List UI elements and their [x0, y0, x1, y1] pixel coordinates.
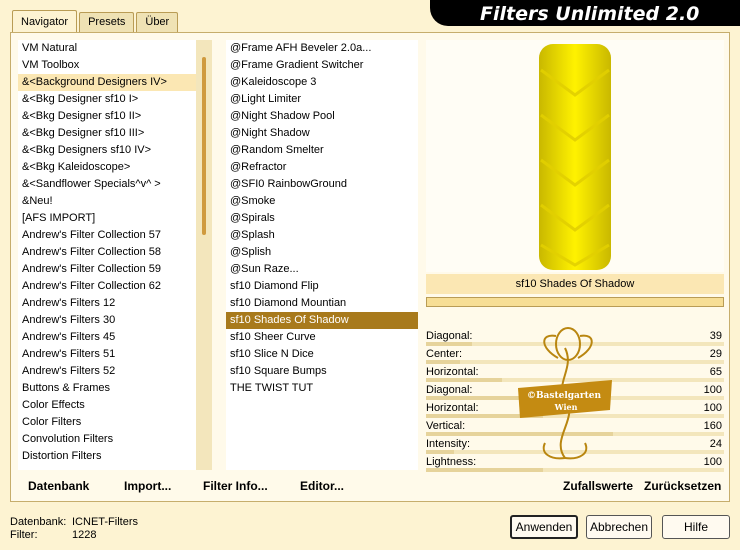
param-label: Horizontal: — [426, 366, 479, 378]
status-database-value: ICNET-Filters — [72, 516, 138, 528]
tab-navigator[interactable]: Navigator — [12, 10, 78, 32]
category-item[interactable]: Color Effects — [18, 397, 196, 414]
filter-item[interactable]: @Light Limiter — [226, 91, 418, 108]
filter-item[interactable]: @Splish — [226, 244, 418, 261]
param-value: 29 — [709, 348, 722, 360]
tab-presets[interactable]: Presets — [79, 12, 135, 32]
category-item[interactable]: Andrew's Filter Collection 57 — [18, 227, 196, 244]
random-values-button[interactable]: Zufallswerte — [563, 479, 633, 493]
param-value: 100 — [703, 384, 722, 396]
category-item[interactable]: VM Natural — [18, 40, 196, 57]
category-item[interactable]: Andrew's Filters 45 — [18, 329, 196, 346]
category-item[interactable]: Andrew's Filter Collection 62 — [18, 278, 196, 295]
filter-item[interactable]: @Kaleidoscope 3 — [226, 74, 418, 91]
param-label: Center: — [426, 348, 463, 360]
category-scrollbar[interactable] — [196, 40, 212, 470]
filter-item[interactable]: @Random Smelter — [226, 142, 418, 159]
category-item[interactable]: Andrew's Filters 52 — [18, 363, 196, 380]
filter-item[interactable]: sf10 Shades Of Shadow — [226, 312, 418, 329]
scrollbar-thumb[interactable] — [202, 57, 206, 235]
tab-bar: Navigator Presets Über — [12, 10, 180, 32]
preview-area — [426, 40, 724, 272]
category-item[interactable]: &Neu! — [18, 193, 196, 210]
category-item[interactable]: [AFS IMPORT] — [18, 210, 196, 227]
param-label: Diagonal: — [426, 330, 473, 342]
status-filter-value: 1228 — [72, 529, 97, 541]
category-item[interactable]: &<Bkg Designer sf10 II> — [18, 108, 196, 125]
selected-filter-bar: sf10 Shades Of Shadow — [426, 274, 724, 294]
filter-list[interactable]: @Frame AFH Beveler 2.0a... @Frame Gradien… — [226, 40, 418, 470]
param-value: 100 — [703, 456, 722, 468]
filter-item[interactable]: @Smoke — [226, 193, 418, 210]
reset-button[interactable]: Zurücksetzen — [644, 479, 721, 493]
filter-item[interactable]: sf10 Sheer Curve — [226, 329, 418, 346]
category-item[interactable]: &<Sandflower Specials^v^ > — [18, 176, 196, 193]
filter-item[interactable]: THE TWIST TUT — [226, 380, 418, 397]
database-button[interactable]: Datenbank — [28, 479, 89, 493]
filter-item[interactable]: @Frame AFH Beveler 2.0a... — [226, 40, 418, 57]
app-title: Filters Unlimited 2.0 — [480, 3, 700, 25]
status-filter-label: Filter: — [10, 529, 38, 541]
cancel-button[interactable]: Abbrechen — [586, 515, 652, 539]
category-item[interactable]: VM Toolbox — [18, 57, 196, 74]
preview-image — [539, 44, 611, 270]
category-item[interactable]: Convolution Filters — [18, 431, 196, 448]
status-database-label: Datenbank: — [10, 516, 67, 528]
category-item[interactable]: Andrew's Filters 30 — [18, 312, 196, 329]
param-slider[interactable] — [426, 468, 724, 472]
filter-info-button[interactable]: Filter Info... — [203, 479, 268, 493]
param-slider-fill — [426, 468, 543, 472]
category-item[interactable]: Andrew's Filter Collection 58 — [18, 244, 196, 261]
watermark-line2: Wien — [554, 402, 578, 412]
help-button[interactable]: Hilfe — [662, 515, 730, 539]
import-button[interactable]: Import... — [124, 479, 171, 493]
param-value: 24 — [709, 438, 722, 450]
category-item[interactable]: Andrew's Filters 51 — [18, 346, 196, 363]
category-item[interactable]: Buttons & Frames — [18, 380, 196, 397]
filter-item[interactable]: sf10 Slice N Dice — [226, 346, 418, 363]
category-item[interactable]: &<Background Designers IV> — [18, 74, 196, 91]
apply-button[interactable]: Anwenden — [510, 515, 578, 539]
filter-item[interactable]: sf10 Diamond Flip — [226, 278, 418, 295]
category-item[interactable]: Color Filters — [18, 414, 196, 431]
filter-item[interactable]: @Spirals — [226, 210, 418, 227]
category-item[interactable]: Andrew's Filters 12 — [18, 295, 196, 312]
filter-item[interactable]: @Sun Raze... — [226, 261, 418, 278]
category-item[interactable]: &<Bkg Designer sf10 I> — [18, 91, 196, 108]
filter-item[interactable]: @Night Shadow Pool — [226, 108, 418, 125]
filter-item[interactable]: @Night Shadow — [226, 125, 418, 142]
filter-item[interactable]: sf10 Diamond Mountian — [226, 295, 418, 312]
filter-item[interactable]: @SFI0 RainbowGround — [226, 176, 418, 193]
watermark-logo: ©Bastelgarten Wien — [518, 327, 612, 460]
param-label: Horizontal: — [426, 402, 479, 414]
param-label: Diagonal: — [426, 384, 473, 396]
filter-item[interactable]: @Frame Gradient Switcher — [226, 57, 418, 74]
category-item[interactable]: &<Bkg Designers sf10 IV> — [18, 142, 196, 159]
selected-filter-name: sf10 Shades Of Shadow — [515, 278, 635, 290]
progress-bar — [426, 297, 724, 307]
param-value: 100 — [703, 402, 722, 414]
filter-item[interactable]: sf10 Square Bumps — [226, 363, 418, 380]
param-label: Lightness: — [426, 456, 477, 468]
param-value: 39 — [709, 330, 722, 342]
param-label: Intensity: — [426, 438, 471, 450]
category-item[interactable]: Distortion Filters — [18, 448, 196, 465]
filter-item[interactable]: @Splash — [226, 227, 418, 244]
category-list[interactable]: VM Natural VM Toolbox &<Background Designe… — [18, 40, 196, 470]
filter-item[interactable]: @Refractor — [226, 159, 418, 176]
param-value: 65 — [709, 366, 722, 378]
category-item[interactable]: Andrew's Filter Collection 59 — [18, 261, 196, 278]
param-value: 160 — [703, 420, 722, 432]
param-label: Vertical: — [426, 420, 466, 432]
watermark-line1: ©Bastelgarten — [527, 391, 602, 401]
editor-button[interactable]: Editor... — [300, 479, 344, 493]
category-item[interactable]: &<Bkg Kaleidoscope> — [18, 159, 196, 176]
category-item[interactable]: &<Bkg Designer sf10 III> — [18, 125, 196, 142]
tab-about[interactable]: Über — [136, 12, 179, 32]
